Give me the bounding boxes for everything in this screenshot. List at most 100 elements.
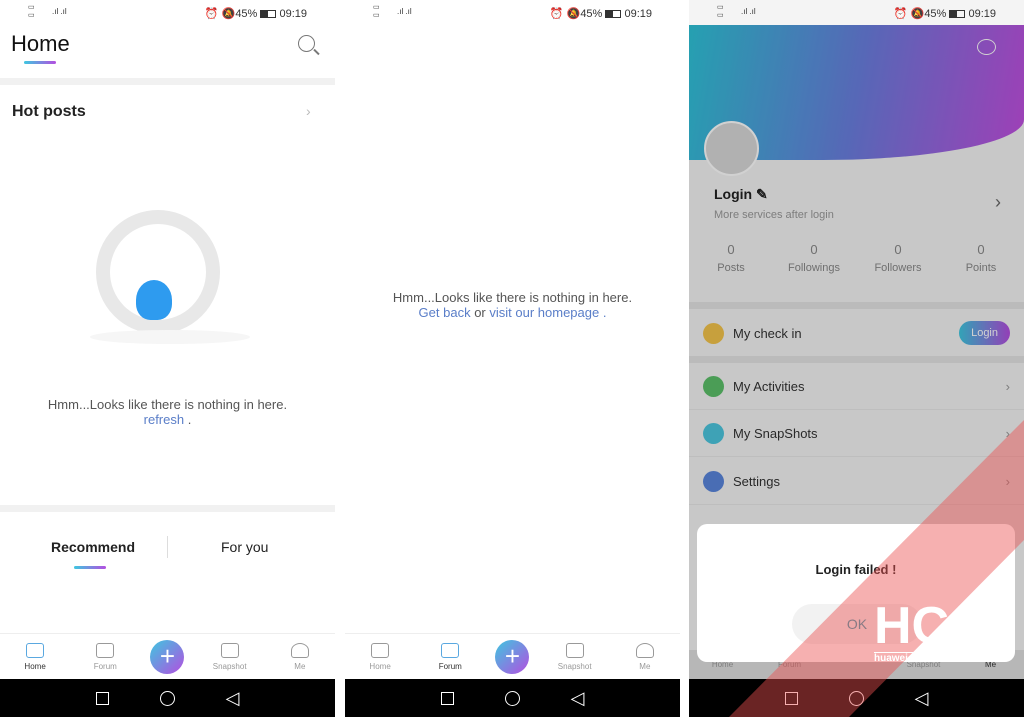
- chevron-right-icon[interactable]: ›: [995, 192, 1001, 213]
- empty-message: Hmm...Looks like there is nothing in her…: [392, 290, 633, 305]
- home-button[interactable]: [848, 690, 864, 706]
- tab-indicator: [74, 566, 106, 569]
- suffix: .: [599, 305, 607, 320]
- signal-icon: .ıl .ıl: [397, 7, 412, 16]
- plus-button[interactable]: +: [150, 639, 185, 674]
- nav-label: Home: [24, 661, 46, 671]
- forum-icon: [96, 642, 115, 658]
- stat-followers[interactable]: 0 Followers: [858, 242, 938, 274]
- stat-label: Followings: [788, 262, 840, 274]
- battery-icon: [605, 10, 622, 19]
- status-bar: ▭ ▭ .ıl .ıl ⏰ 🔕45% 09:19: [345, 0, 680, 25]
- nav-label: Home: [369, 661, 391, 671]
- nav-forum[interactable]: Forum: [80, 642, 130, 671]
- divider: [689, 356, 1024, 363]
- stat-points[interactable]: 0 Points: [941, 242, 1021, 274]
- sim-icon: ▭ ▭: [717, 4, 724, 19]
- avatar[interactable]: [704, 121, 759, 176]
- page-title: Home: [11, 31, 70, 56]
- stat-value: 0: [977, 242, 985, 257]
- stat-posts[interactable]: 0 Posts: [691, 242, 771, 274]
- plus-button[interactable]: +: [495, 639, 530, 674]
- alarm-icon: ⏰: [549, 8, 564, 20]
- battery-icon: [260, 10, 277, 19]
- stat-followings[interactable]: 0 Followings: [774, 242, 854, 274]
- alarm-icon: ⏰: [893, 8, 908, 20]
- alarm-icon: ⏰: [204, 8, 219, 20]
- camera-icon: [565, 642, 584, 658]
- get-back-link[interactable]: Get back: [419, 305, 471, 320]
- divider: [0, 78, 335, 85]
- nav-label: Forum: [438, 661, 462, 671]
- home-button[interactable]: [504, 690, 520, 706]
- watermark-text: HC: [874, 597, 950, 655]
- tab-divider: [167, 536, 168, 558]
- hot-posts-heading[interactable]: Hot posts: [12, 103, 86, 121]
- nav-forum[interactable]: Forum: [425, 642, 475, 671]
- status-bar: ▭ ▭ .ıl .ıl ⏰ 🔕45% 09:19: [689, 0, 1024, 25]
- chevron-right-icon: ›: [1005, 426, 1010, 441]
- camera-icon: [703, 423, 724, 444]
- login-title[interactable]: Login ✎: [714, 186, 768, 203]
- clock: 09:19: [968, 8, 996, 20]
- back-button[interactable]: ◁: [226, 688, 240, 709]
- status-bar: ▭ ▭ .ıl .ıl ⏰ 🔕45% 09:19: [0, 0, 335, 25]
- home-button[interactable]: [159, 690, 175, 706]
- my-activities-row[interactable]: My Activities ›: [689, 364, 1024, 410]
- check-in-login-button[interactable]: Login: [959, 321, 1010, 345]
- my-snapshots-row[interactable]: My SnapShots ›: [689, 411, 1024, 457]
- battery-text: 45%: [580, 8, 603, 20]
- nav-home[interactable]: Home: [355, 642, 405, 671]
- system-nav-bar: ◁: [689, 679, 1024, 717]
- recents-button[interactable]: [784, 691, 798, 705]
- edit-icon: ✎: [756, 186, 768, 202]
- watermark-logo: HC huaweicentral.com: [874, 597, 965, 665]
- check-in-label: My check in: [733, 325, 802, 341]
- person-icon: [290, 642, 309, 658]
- recents-button[interactable]: [95, 691, 109, 705]
- back-button[interactable]: ◁: [571, 688, 585, 709]
- dialog-message: Login failed !: [815, 562, 897, 577]
- tab-recommend[interactable]: Recommend: [51, 539, 135, 555]
- divider: [0, 505, 335, 512]
- battery-icon: [949, 10, 966, 19]
- row-label: My Activities: [733, 379, 805, 394]
- refresh-link[interactable]: refresh: [144, 412, 184, 427]
- forum-screen: ▭ ▭ .ıl .ıl ⏰ 🔕45% 09:19 Hmm...Looks like…: [345, 0, 680, 717]
- row-label: My SnapShots: [733, 426, 818, 441]
- home-icon: [371, 642, 390, 658]
- home-icon: [26, 642, 45, 658]
- homepage-link[interactable]: visit our homepage: [489, 305, 599, 320]
- bottom-nav: Home Forum + Snapshot Me: [345, 633, 680, 679]
- empty-message: Hmm...Looks like there is nothing in her…: [47, 397, 288, 412]
- row-label: Settings: [733, 474, 780, 489]
- recents-button[interactable]: [440, 691, 454, 705]
- nav-me[interactable]: Me: [620, 642, 670, 671]
- nav-label: Forum: [93, 661, 117, 671]
- login-failed-dialog: Login failed ! OK: [697, 524, 1015, 662]
- login-text: Login: [714, 186, 753, 202]
- nav-snapshot[interactable]: Snapshot: [205, 642, 255, 671]
- home-screen: ▭ ▭ .ıl .ıl ⏰ 🔕45% 09:19 Home Hot posts ›…: [0, 0, 335, 717]
- mascot-icon: [136, 280, 172, 320]
- divider: [689, 302, 1024, 309]
- stat-value: 0: [727, 242, 735, 257]
- nav-me[interactable]: Me: [275, 642, 325, 671]
- tab-for-you[interactable]: For you: [221, 539, 268, 555]
- nav-snapshot[interactable]: Snapshot: [550, 642, 600, 671]
- or-text: or: [470, 305, 490, 320]
- nav-home[interactable]: Home: [10, 642, 60, 671]
- watermark-site: huaweicentral.com: [874, 652, 965, 664]
- battery-text: 45%: [235, 8, 258, 20]
- settings-row[interactable]: Settings ›: [689, 459, 1024, 505]
- message-icon[interactable]: [977, 39, 996, 55]
- chevron-right-icon[interactable]: ›: [306, 103, 311, 119]
- camera-icon: [220, 642, 239, 658]
- me-screen: ▭ ▭ .ıl .ıl ⏰ 🔕45% 09:19 Login ✎ More ser…: [689, 0, 1024, 717]
- clock: 09:19: [624, 8, 652, 20]
- system-nav-bar: ◁: [0, 679, 335, 717]
- battery-text: 45%: [924, 8, 947, 20]
- back-button[interactable]: ◁: [915, 688, 929, 709]
- nav-label: Snapshot: [212, 661, 247, 671]
- signal-icon: .ıl .ıl: [741, 7, 756, 16]
